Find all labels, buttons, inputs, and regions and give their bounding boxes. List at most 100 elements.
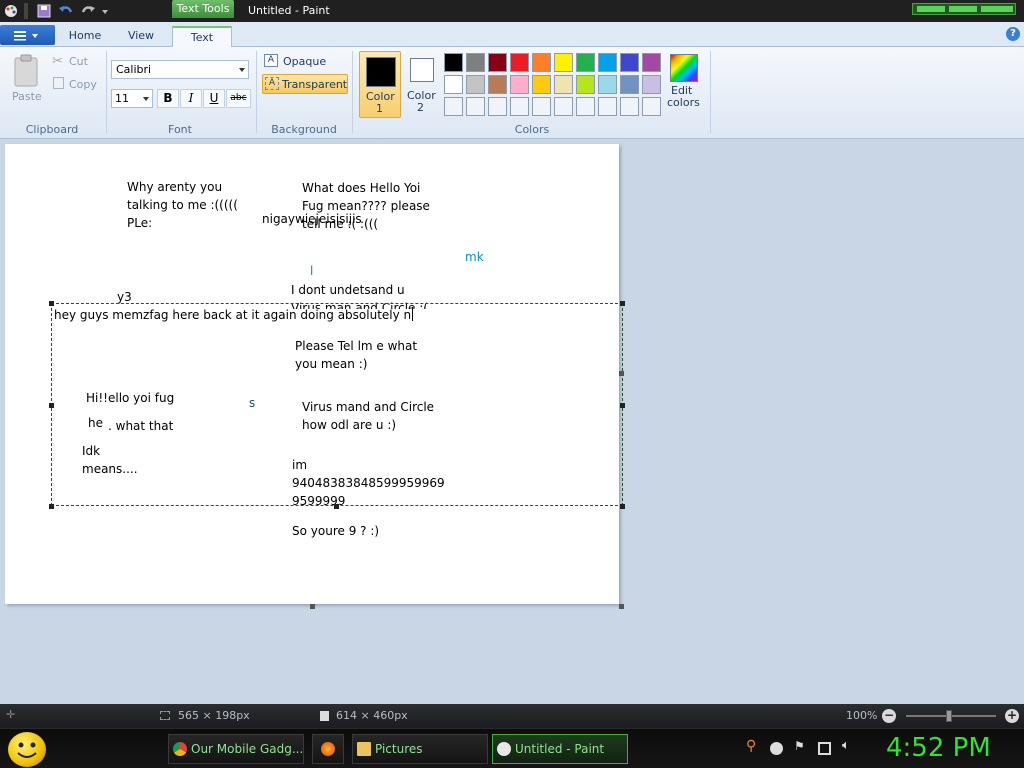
paste-button[interactable]: Paste [8, 52, 46, 108]
palette-swatch[interactable] [554, 97, 573, 116]
start-button[interactable] [8, 732, 46, 767]
font-group-label: Font [168, 123, 192, 136]
zoom-out-button[interactable]: − [882, 709, 896, 723]
taskbar-item-firefox[interactable] [312, 734, 344, 764]
colors-group-label: Colors [514, 123, 550, 136]
palette-swatch[interactable] [444, 97, 463, 116]
copy-button[interactable]: Copy [52, 75, 102, 93]
resize-handle[interactable] [620, 504, 625, 509]
messenger-icon[interactable] [770, 742, 783, 755]
palette-swatch[interactable] [620, 75, 639, 94]
save-icon[interactable] [36, 3, 52, 19]
volume-icon[interactable]: 🔈︎ [842, 738, 855, 753]
minimize-button[interactable] [917, 6, 945, 12]
window-title: Untitled - Paint [248, 4, 330, 17]
firefox-icon [321, 742, 335, 756]
cursor-position-icon: ✛ [6, 708, 16, 721]
palette-swatch[interactable] [488, 53, 507, 72]
palette-swatch[interactable] [576, 97, 595, 116]
canvas-text: talking to me :((((( [127, 198, 238, 212]
palette-swatch[interactable] [510, 53, 529, 72]
italic-button[interactable]: I [180, 89, 202, 108]
cut-button[interactable]: ✂ Cut [52, 53, 102, 71]
bold-button[interactable]: B [157, 89, 179, 108]
tab-text[interactable]: Text [172, 26, 232, 47]
edit-colors-button[interactable]: Edit colors [666, 54, 702, 114]
status-bar: ✛ 565 × 198px 614 × 460px 100% − + [0, 704, 1024, 728]
help-icon[interactable]: ? [1006, 27, 1020, 41]
transparent-label: Transparent [282, 78, 348, 91]
palette-swatch[interactable] [620, 53, 639, 72]
palette-swatch[interactable] [466, 97, 485, 116]
resize-handle[interactable] [49, 301, 54, 306]
close-button[interactable] [981, 6, 1013, 12]
zoom-in-button[interactable]: + [1005, 709, 1019, 723]
canvas-resize-handle[interactable] [619, 371, 624, 376]
palette-swatch[interactable] [642, 75, 661, 94]
maximize-button[interactable] [949, 6, 977, 12]
customize-quick-access-icon[interactable] [100, 3, 110, 19]
selection-size: 565 × 198px [178, 709, 250, 722]
network-icon[interactable] [818, 742, 831, 755]
palette-swatch[interactable] [642, 53, 661, 72]
color-2-number: 2 [417, 101, 424, 114]
text-selection-box[interactable]: hey guys memzfag here back at it again d… [51, 303, 623, 506]
palette-swatch[interactable] [598, 75, 617, 94]
taskbar-item-pictures[interactable]: Pictures [352, 734, 488, 764]
smiley-icon [17, 742, 37, 758]
palette-swatch[interactable] [488, 97, 507, 116]
palette-swatch[interactable] [554, 75, 573, 94]
font-size-select[interactable]: 11 [111, 89, 153, 108]
active-text-input[interactable]: hey guys memzfag here back at it again d… [54, 306, 414, 324]
undo-icon[interactable] [58, 3, 74, 19]
canvas-resize-handle[interactable] [310, 604, 315, 609]
canvas-resize-handle[interactable] [619, 604, 624, 609]
resize-handle[interactable] [620, 403, 625, 408]
palette-swatch[interactable] [466, 53, 485, 72]
resize-handle[interactable] [334, 504, 339, 509]
clock[interactable]: 4:52 PM [886, 733, 991, 763]
palette-swatch[interactable] [532, 75, 551, 94]
palette-swatch[interactable] [576, 75, 595, 94]
canvas-text: nigaywiejeisisijis [262, 212, 362, 226]
cut-label: Cut [69, 55, 88, 68]
palette-swatch[interactable] [444, 53, 463, 72]
resize-handle[interactable] [49, 504, 54, 509]
palette-swatch[interactable] [576, 53, 595, 72]
strikethrough-button[interactable]: abc [226, 89, 251, 108]
font-family-select[interactable]: Calibri [111, 60, 249, 79]
palette-swatch[interactable] [444, 75, 463, 94]
search-icon[interactable]: ⚲ [746, 738, 759, 754]
palette-swatch[interactable] [598, 97, 617, 116]
palette-swatch[interactable] [510, 75, 529, 94]
tab-home[interactable]: Home [60, 26, 110, 47]
zoom-slider-thumb[interactable] [946, 710, 952, 722]
resize-handle[interactable] [49, 403, 54, 408]
paint-menu-button[interactable] [0, 25, 55, 45]
copy-label: Copy [69, 78, 97, 91]
color-2-button[interactable]: Color 2 [404, 51, 440, 118]
action-center-icon[interactable]: ⚑ [794, 739, 807, 753]
color-1-button[interactable]: Color 1 [359, 51, 401, 118]
paint-app-icon[interactable] [3, 3, 19, 19]
redo-icon[interactable] [80, 3, 96, 19]
palette-swatch[interactable] [532, 53, 551, 72]
palette-swatch[interactable] [488, 75, 507, 94]
opaque-option[interactable]: A Opaque [262, 52, 350, 70]
underline-button[interactable]: U [203, 89, 225, 108]
palette-swatch[interactable] [510, 97, 529, 116]
palette-swatch[interactable] [532, 97, 551, 116]
palette-swatch[interactable] [642, 97, 661, 116]
taskbar-item-paint[interactable]: Untitled - Paint [492, 734, 628, 764]
taskbar-item-chrome[interactable]: Our Mobile Gadg... [168, 734, 304, 764]
resize-handle[interactable] [620, 301, 625, 306]
palette-swatch[interactable] [620, 97, 639, 116]
tab-view[interactable]: View [116, 26, 166, 47]
palette-swatch[interactable] [466, 75, 485, 94]
clipboard-group-label: Clipboard [25, 123, 79, 136]
palette-swatch[interactable] [598, 53, 617, 72]
palette-swatch[interactable] [554, 53, 573, 72]
transparent-option[interactable]: A Transparent [262, 74, 348, 94]
opaque-icon: A [264, 54, 278, 67]
taskbar-item-label: Pictures [375, 742, 423, 756]
